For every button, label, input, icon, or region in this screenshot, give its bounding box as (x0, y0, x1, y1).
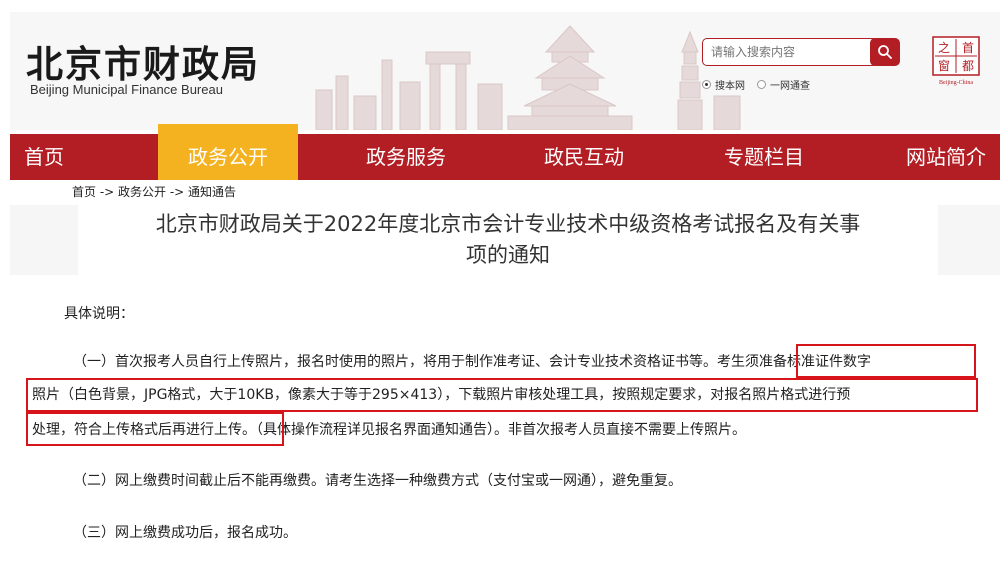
nav-item-government-services[interactable]: 政务服务 (366, 134, 446, 180)
search-button[interactable] (870, 38, 900, 66)
section-heading: 具体说明： (64, 306, 134, 322)
breadcrumb[interactable]: 首页 -> 政务公开 -> 通知通告 (72, 183, 236, 200)
nav-item-label: 政务公开 (188, 145, 268, 169)
svg-text:窗: 窗 (938, 59, 950, 73)
site-logo-english: Beijing Municipal Finance Bureau (30, 82, 223, 97)
nav-item-public-interaction[interactable]: 政民互动 (544, 134, 624, 180)
beijing-skyline-illustration (315, 25, 741, 130)
search-input[interactable] (707, 42, 875, 62)
svg-text:之: 之 (938, 41, 950, 55)
item1-text-a: （一）首次报考人员自行上传照片，报名时使用的照片，将用于制作准考证、会计专业技术… (73, 354, 717, 370)
radio-selected-icon (702, 80, 711, 89)
svg-text:首: 首 (962, 41, 974, 55)
search-icon (878, 45, 892, 59)
seal-caption: Beijing-China (939, 80, 973, 86)
search-scope-options: 搜本网 一网通查 (702, 77, 822, 92)
item2-paragraph: （二）网上缴费时间截止后不能再缴费。请考生选择一种缴费方式（支付宝或一网通），避… (73, 473, 682, 489)
scope-option-site[interactable]: 搜本网 (702, 77, 745, 92)
highlight-box-3 (26, 412, 284, 446)
site-header: 北京市财政局 Beijing Municipal Finance Bureau (10, 12, 1000, 130)
nav-item-site-intro[interactable]: 网站简介 (906, 134, 986, 180)
capital-window-seal-logo[interactable]: 之 首 窗 都 (932, 36, 980, 76)
nav-item-government-affairs-open[interactable]: 政务公开 (158, 124, 298, 180)
article-title-line-1: 北京市财政局关于2022年度北京市会计专业技术中级资格考试报名及有关事 (155, 212, 861, 236)
item1-text-b: （具体操作流程详见报名界面通知通告）。非首次报考人员直接不需要上传照片。 (256, 422, 746, 438)
main-nav: 首页 政务公开 政务服务 政民互动 专题栏目 网站简介 (10, 124, 1000, 180)
article-title-line-2: 项的通知 (466, 243, 550, 267)
radio-unselected-icon (757, 80, 766, 89)
article-title-card: 北京市财政局关于2022年度北京市会计专业技术中级资格考试报名及有关事 项的通知 (10, 205, 1000, 275)
article-body: 具体说明： （一）首次报考人员自行上传照片，报名时使用的照片，将用于制作准考证、… (10, 285, 1000, 572)
article-title: 北京市财政局关于2022年度北京市会计专业技术中级资格考试报名及有关事 项的通知 (78, 209, 938, 271)
article-title-panel: 北京市财政局关于2022年度北京市会计专业技术中级资格考试报名及有关事 项的通知 (78, 205, 938, 275)
site-logo-chinese[interactable]: 北京市财政局 (26, 34, 260, 88)
scope-option-all[interactable]: 一网通查 (757, 77, 810, 92)
svg-text:都: 都 (962, 59, 974, 73)
nav-item-home[interactable]: 首页 (24, 134, 64, 180)
search-field[interactable] (702, 38, 878, 66)
scope-option-label: 一网通查 (770, 81, 810, 92)
item3-paragraph: （三）网上缴费成功后，报名成功。 (73, 525, 297, 541)
scope-option-label: 搜本网 (715, 81, 745, 92)
highlight-box-2 (26, 378, 978, 412)
highlight-box-1 (796, 344, 976, 378)
nav-item-special-topics[interactable]: 专题栏目 (724, 134, 804, 180)
